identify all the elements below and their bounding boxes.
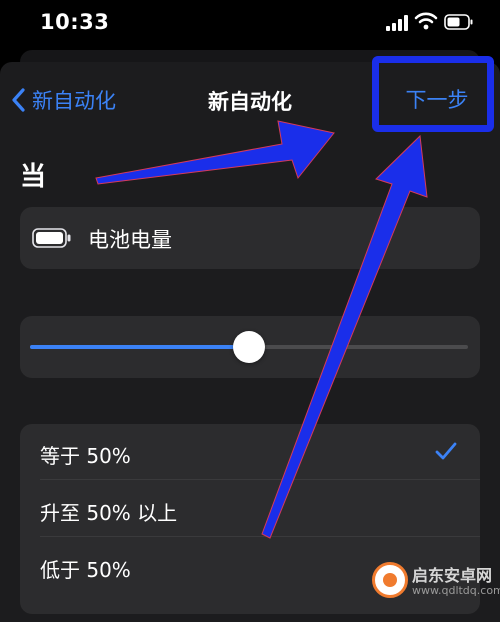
option-equals[interactable]: 等于 50% [20,424,480,480]
status-bar: 10:33 [0,0,500,46]
wifi-icon [414,12,438,30]
option-rises-above[interactable]: 升至 50% 以上 [20,481,480,537]
watermark-logo-icon [372,562,408,598]
battery-level-slider-card [20,316,480,378]
back-button-label: 新自动化 [32,89,116,113]
divider [40,536,480,537]
slider-thumb[interactable] [233,331,265,363]
section-header-when: 当 [20,162,47,192]
next-button[interactable]: 下一步 [382,84,492,114]
option-label: 等于 50% [40,444,131,468]
watermark-url: www.qdltdq.com [412,584,500,597]
slider-fill [30,345,249,349]
battery-icon [444,14,473,30]
battery-icon [32,228,71,248]
divider [40,479,480,480]
option-label: 低于 50% [40,558,131,582]
cellular-signal-icon [386,15,408,31]
watermark-name: 启东安卓网 [412,566,493,585]
trigger-battery-row[interactable]: 电池电量 [20,207,480,269]
slider-track[interactable] [30,331,468,363]
chevron-left-icon [12,88,25,112]
option-label: 升至 50% 以上 [40,501,178,525]
watermark: 启东安卓网 www.qdltdq.com [372,558,500,604]
trigger-label: 电池电量 [88,228,172,252]
back-button[interactable]: 新自动化 [10,84,116,116]
status-time: 10:33 [40,10,110,34]
checkmark-icon [435,442,457,460]
